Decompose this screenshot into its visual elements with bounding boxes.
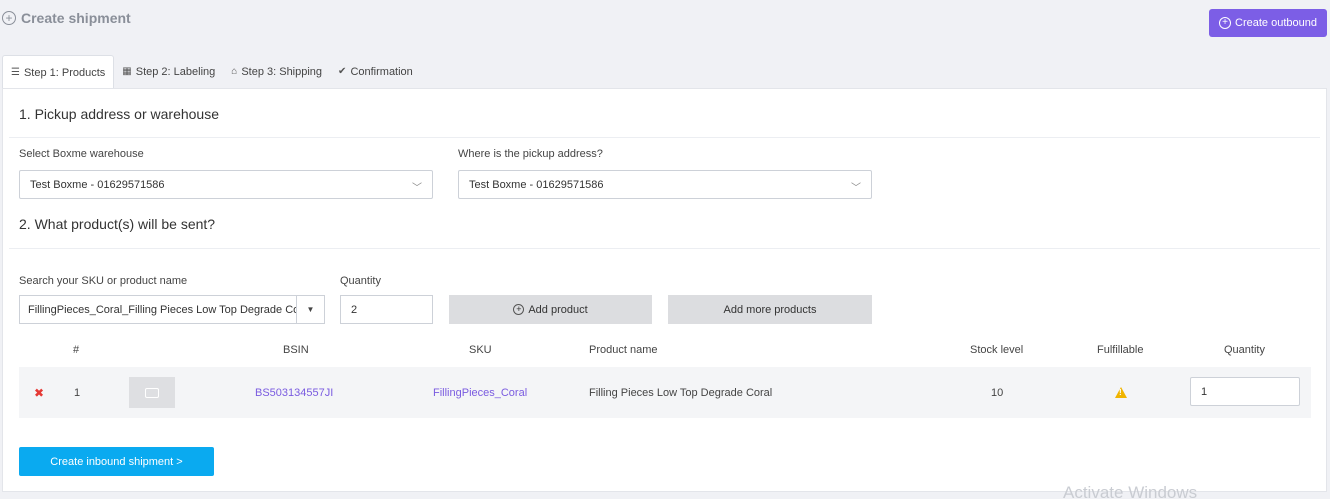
tab-label: Step 1: Products: [23, 66, 106, 79]
page-title-text: Create shipment: [21, 10, 131, 26]
product-thumbnail: [129, 377, 175, 408]
stock-level: 10: [991, 387, 1004, 399]
create-outbound-label: Create outbound: [1235, 17, 1317, 29]
column-header-sku: SKU: [469, 344, 492, 356]
tab-confirmation[interactable]: ✔ Confirmation: [330, 55, 421, 88]
os-watermark: Activate Windows: [1063, 483, 1198, 499]
tab-label: Step 3: Shipping: [241, 65, 323, 78]
warehouse-select[interactable]: Test Boxme - 01629571586 ﹀: [19, 170, 433, 199]
products-section-title: 2. What product(s) will be sent?: [19, 216, 216, 232]
add-more-label: Add more products: [723, 303, 817, 316]
row-quantity-input[interactable]: [1190, 377, 1300, 406]
divider: [9, 137, 1320, 138]
sku-link[interactable]: FillingPieces_Coral: [433, 387, 527, 399]
home-icon: ⌂: [231, 66, 238, 77]
product-search-value: FillingPieces_Coral_Filling Pieces Low T…: [28, 303, 296, 316]
warehouse-label: Select Boxme warehouse: [19, 148, 144, 160]
list-icon: ☰: [11, 67, 20, 78]
add-product-button[interactable]: + Add product: [449, 295, 652, 324]
create-inbound-shipment-button[interactable]: Create inbound shipment >: [19, 447, 214, 476]
column-header-quantity: Quantity: [1224, 344, 1265, 356]
quantity-input[interactable]: [340, 295, 433, 324]
column-header-index: #: [73, 344, 80, 356]
product-search-select[interactable]: FillingPieces_Coral_Filling Pieces Low T…: [19, 295, 325, 324]
tab-shipping[interactable]: ⌂ Step 3: Shipping: [223, 55, 330, 88]
chevron-down-icon: ﹀: [851, 183, 861, 194]
pickup-address-value: Test Boxme - 01629571586: [469, 178, 604, 191]
warning-mark: !: [1119, 388, 1122, 397]
divider: [9, 248, 1320, 249]
tab-label: Confirmation: [350, 65, 413, 78]
image-placeholder-icon: [145, 387, 159, 398]
column-header-stock-level: Stock level: [970, 344, 1024, 356]
pickup-address-label: Where is the pickup address?: [458, 148, 603, 160]
grid-icon: ▦: [122, 66, 132, 77]
plus-circle-icon: +: [2, 11, 16, 25]
check-circle-icon: ✔: [338, 66, 347, 77]
pickup-address-select[interactable]: Test Boxme - 01629571586 ﹀: [458, 170, 872, 199]
tab-products[interactable]: ☰ Step 1: Products: [2, 55, 115, 89]
products-panel: 1. Pickup address or warehouse Select Bo…: [2, 88, 1327, 492]
row-index: 1: [74, 387, 81, 399]
page-title: + Create shipment: [2, 10, 131, 26]
search-label: Search your SKU or product name: [19, 275, 188, 287]
create-outbound-button[interactable]: + Create outbound: [1209, 9, 1327, 37]
column-header-fulfillable: Fulfillable: [1097, 344, 1144, 356]
chevron-down-icon: ﹀: [412, 183, 422, 194]
step-tabs: ☰ Step 1: Products ▦ Step 2: Labeling ⌂ …: [2, 55, 421, 89]
quantity-label: Quantity: [340, 275, 381, 287]
column-header-bsin: BSIN: [283, 344, 309, 356]
tab-labeling[interactable]: ▦ Step 2: Labeling: [114, 55, 223, 88]
add-more-products-button[interactable]: Add more products: [668, 295, 872, 324]
bsin-link[interactable]: BS503134557JI: [255, 387, 333, 399]
product-name: Filling Pieces Low Top Degrade Coral: [589, 387, 773, 399]
column-header-product-name: Product name: [589, 344, 658, 356]
remove-icon[interactable]: ✖: [34, 386, 44, 400]
tab-label: Step 2: Labeling: [135, 65, 216, 78]
warehouse-value: Test Boxme - 01629571586: [30, 178, 165, 191]
add-product-label: Add product: [528, 303, 588, 316]
caret-down-icon[interactable]: ▼: [296, 296, 324, 323]
plus-circle-icon: +: [513, 304, 525, 315]
plus-circle-icon: +: [1219, 17, 1232, 29]
pickup-section-title: 1. Pickup address or warehouse: [19, 106, 219, 122]
